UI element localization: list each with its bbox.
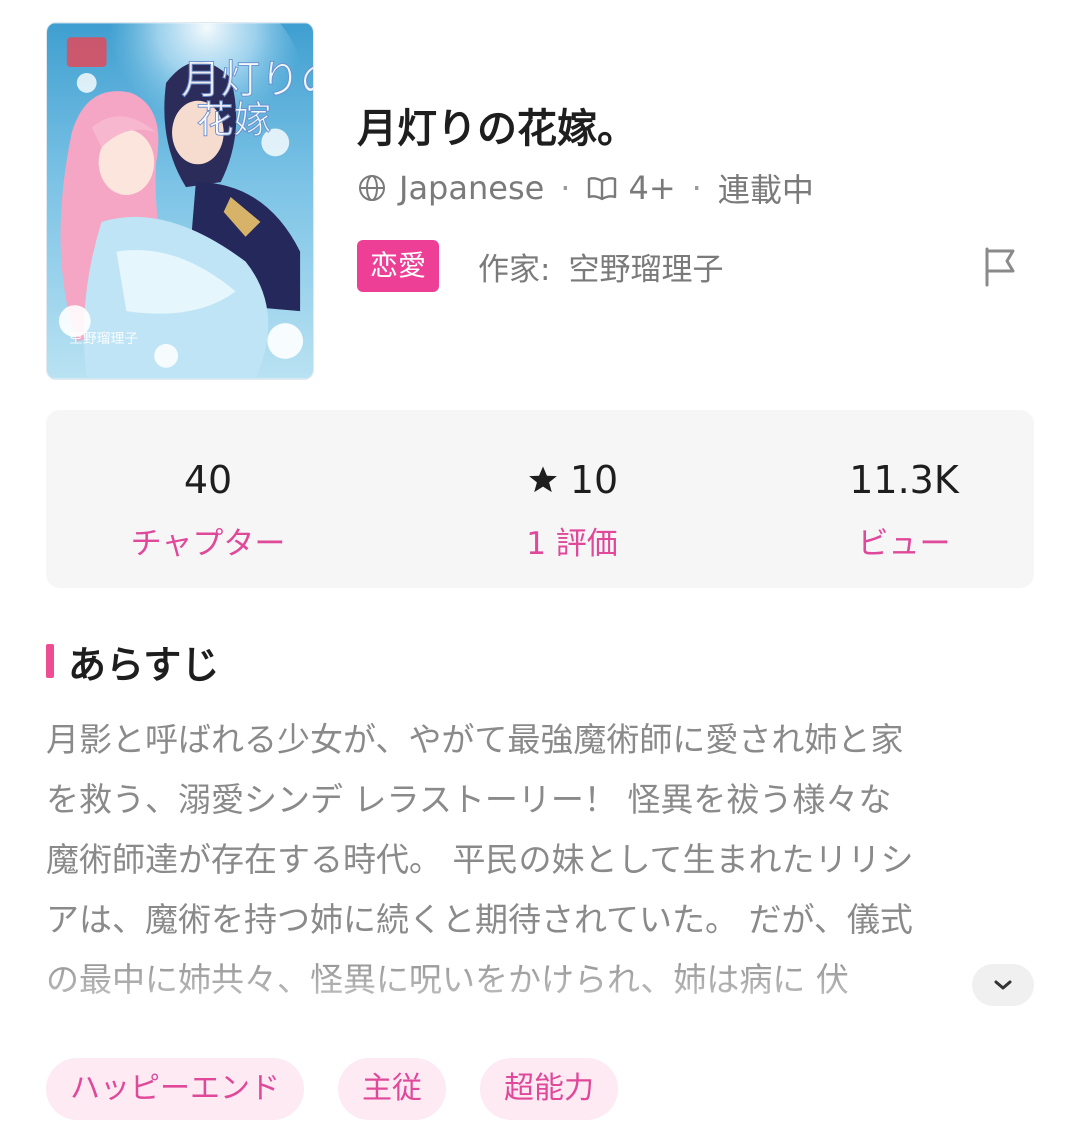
tag-chip[interactable]: 超能力: [480, 1058, 618, 1120]
author-label: 作家:: [478, 251, 551, 288]
view-label: ビュー: [857, 526, 951, 562]
stat-views[interactable]: 11.3K ビュー: [784, 410, 1024, 588]
tag-chip[interactable]: ハッピーエンド: [46, 1058, 304, 1120]
star-icon: [528, 466, 557, 493]
svg-text:花嫁: 花嫁: [196, 98, 271, 142]
rating-count-label: 1 評価: [526, 526, 618, 562]
meta-separator: ·: [691, 169, 702, 207]
stat-chapters[interactable]: 40 チャプター: [88, 410, 328, 588]
expand-synopsis-button[interactable]: [972, 964, 1034, 1006]
genre-badge[interactable]: 恋愛: [357, 240, 440, 292]
manga-cover-illustration: 月灯りの 花嫁 空野瑠理子: [47, 23, 313, 379]
book-detail-page: 月灯りの 花嫁 空野瑠理子 月灯りの花嫁。 Japanese · 4+ · 連載…: [0, 0, 1080, 1144]
author-row: 作家: 空野瑠理子: [478, 243, 723, 289]
globe-icon: [359, 175, 385, 201]
author-name[interactable]: 空野瑠理子: [568, 244, 723, 289]
synopsis-title: あらすじ: [68, 642, 220, 687]
synopsis-text[interactable]: 月影と呼ばれる少女が、やがて最強魔術師に愛され姉と家 を救う、溺愛シンデ レラス…: [46, 710, 1036, 1010]
view-count: 11.3K: [849, 458, 959, 502]
book-icon: [588, 177, 617, 201]
synopsis-line: 月影と呼ばれる少女が、やがて最強魔術師に愛され姉と家: [46, 720, 904, 759]
rating-value: 10: [569, 458, 619, 502]
svg-text:空野瑠理子: 空野瑠理子: [69, 331, 139, 347]
chapter-count: 40: [183, 458, 233, 502]
synopsis-line: の最中に姉共々、怪異に呪いをかけられ、姉は病に 伏: [46, 960, 849, 999]
synopsis-line: を救う、溺愛シンデ レラストーリー！ 怪異を祓う様々な: [46, 780, 892, 819]
section-accent-bar: [46, 644, 54, 678]
meta-separator: ·: [560, 169, 571, 207]
book-title: 月灯りの花嫁。: [357, 106, 637, 152]
tag-chip[interactable]: 主従: [338, 1058, 446, 1120]
chevron-down-icon: [994, 980, 1012, 990]
serial-status-label: 連載中: [717, 171, 814, 209]
svg-text:月灯りの: 月灯りの: [181, 57, 313, 103]
age-rating-label: 4+: [628, 169, 676, 207]
synopsis-line: 魔術師達が存在する時代。 平民の妹として生まれたリリシ: [46, 840, 914, 879]
synopsis-header: あらすじ: [46, 636, 220, 687]
tag-list: ハッピーエンド 主従 超能力: [46, 1058, 618, 1120]
language-label: Japanese: [399, 169, 545, 207]
synopsis-line: アは、魔術を持つ姉に続くと期待されていた。 だが、儀式: [46, 900, 913, 939]
stat-rating[interactable]: 10 1 評価: [452, 410, 692, 588]
rating-value-row: 10: [452, 458, 692, 502]
chapter-label: チャプター: [130, 526, 286, 562]
book-cover[interactable]: 月灯りの 花嫁 空野瑠理子: [46, 22, 314, 380]
report-flag-icon[interactable]: [978, 243, 1022, 289]
stats-panel: 40 チャプター 10 1 評価 11.3K ビュー: [46, 410, 1034, 588]
book-meta-row: Japanese · 4+ · 連載中: [357, 166, 814, 210]
